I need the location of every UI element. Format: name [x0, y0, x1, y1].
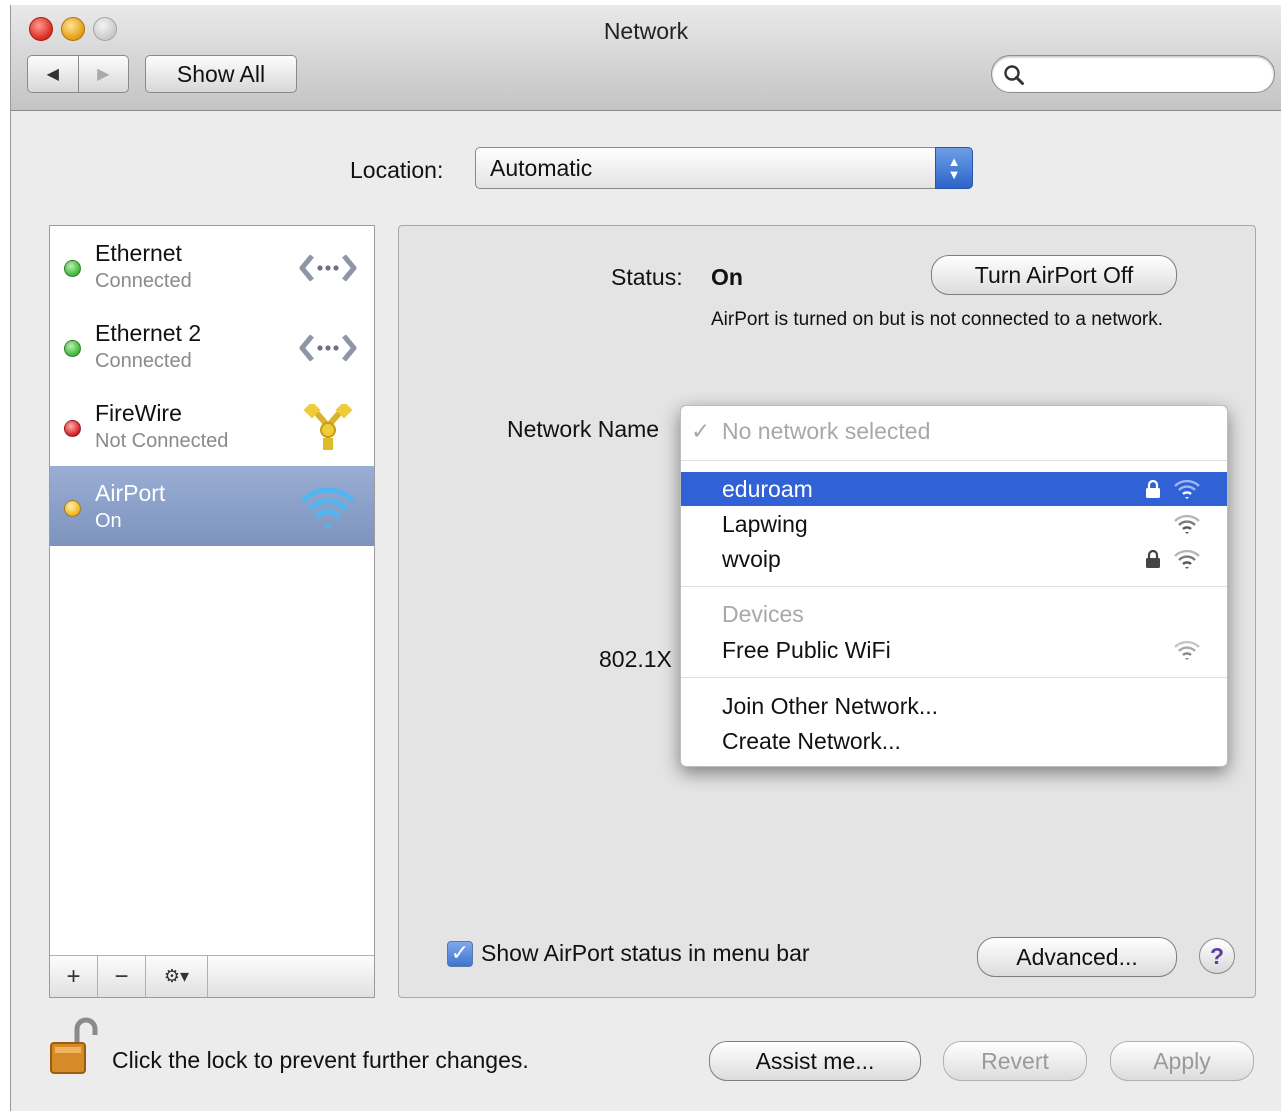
network-name-dropdown-menu: ✓ No network selected eduroam Lapwing wv…	[680, 405, 1228, 767]
network-name: Lapwing	[722, 511, 808, 537]
show-status-label: Show AirPort status in menu bar	[481, 940, 810, 966]
service-item-firewire[interactable]: FireWire Not Connected	[50, 386, 374, 466]
menu-separator	[681, 677, 1227, 678]
revert-button[interactable]: Revert	[943, 1041, 1087, 1081]
remove-service-button[interactable]: −	[98, 956, 146, 997]
service-status: Connected	[95, 270, 192, 292]
search-icon	[1004, 65, 1024, 85]
menu-item-label: No network selected	[722, 418, 931, 444]
show-all-button[interactable]: Show All	[145, 55, 297, 93]
x8021-label: 802.1X	[599, 646, 672, 672]
network-name-label: Network Name	[507, 416, 660, 442]
status-value: On	[711, 264, 743, 290]
device-name: Free Public WiFi	[722, 637, 891, 663]
wifi-signal-icon	[1174, 479, 1200, 499]
devices-header: Devices	[722, 601, 804, 627]
network-name: wvoip	[722, 546, 781, 572]
checkmark-icon[interactable]: ✓	[447, 940, 473, 967]
status-dot-green	[64, 340, 81, 357]
show-status-checkbox-row[interactable]: ✓ Show AirPort status in menu bar	[447, 940, 810, 967]
turn-airport-off-button[interactable]: Turn AirPort Off	[931, 255, 1177, 295]
service-name: FireWire	[95, 400, 182, 426]
service-status: Connected	[95, 350, 192, 372]
status-label: Status:	[611, 264, 683, 290]
status-description: AirPort is turned on but is not connecte…	[711, 309, 1164, 330]
service-status: On	[95, 510, 122, 532]
menu-item-join-other-network[interactable]: Join Other Network...	[681, 689, 1227, 723]
back-button[interactable]: ◀	[28, 56, 78, 92]
menu-item-no-network[interactable]: ✓ No network selected	[681, 414, 1227, 448]
wifi-signal-icon	[1174, 640, 1200, 660]
window-title: Network	[603, 18, 689, 44]
menu-separator	[681, 586, 1227, 587]
advanced-button[interactable]: Advanced...	[977, 937, 1177, 977]
service-list-footer: + − ⚙▾	[50, 955, 374, 997]
status-dot-yellow	[64, 500, 81, 517]
lock-message: Click the lock to prevent further change…	[112, 1047, 529, 1073]
select-arrows-icon: ▲ ▼	[935, 147, 973, 189]
help-button[interactable]: ?	[1199, 938, 1235, 974]
checkmark-icon: ✓	[691, 418, 711, 444]
menu-item-create-network[interactable]: Create Network...	[681, 724, 1227, 758]
service-name: AirPort	[95, 480, 166, 506]
forward-arrow-icon: ▶	[97, 66, 110, 83]
wifi-signal-icon	[1174, 549, 1200, 569]
lock-icon	[1146, 550, 1160, 568]
wifi-signal-icon	[1174, 514, 1200, 534]
unlocked-padlock-icon[interactable]	[47, 1017, 99, 1079]
apply-button[interactable]: Apply	[1110, 1041, 1254, 1081]
location-label: Location:	[350, 157, 444, 183]
gear-icon[interactable]: ⚙▾	[146, 956, 208, 997]
location-value: Automatic	[490, 155, 593, 181]
menu-item-network-eduroam[interactable]: eduroam	[681, 472, 1227, 506]
menu-item-device-free-public-wifi[interactable]: Free Public WiFi	[681, 633, 1227, 667]
firewire-icon	[303, 404, 353, 450]
add-service-button[interactable]: +	[50, 956, 98, 997]
status-dot-red	[64, 420, 81, 437]
service-item-airport[interactable]: AirPort On	[50, 466, 374, 546]
service-list: Ethernet Connected Ethernet 2 Connected …	[49, 225, 375, 998]
status-dot-green	[64, 260, 81, 277]
title-bar: Network ◀ ▶ Show All	[11, 5, 1281, 111]
ethernet-icon	[299, 334, 357, 362]
location-select[interactable]: Automatic ▲ ▼	[475, 147, 973, 189]
service-item-ethernet-2[interactable]: Ethernet 2 Connected	[50, 306, 374, 386]
lock-icon	[1146, 480, 1160, 498]
network-name: eduroam	[722, 476, 813, 502]
ethernet-icon	[299, 254, 357, 282]
back-forward-group: ◀ ▶	[27, 55, 129, 93]
service-name: Ethernet	[95, 240, 182, 266]
service-name: Ethernet 2	[95, 320, 202, 346]
forward-button[interactable]: ▶	[77, 56, 129, 92]
menu-item-network-lapwing[interactable]: Lapwing	[681, 507, 1227, 541]
menu-separator	[681, 460, 1227, 461]
search-field[interactable]	[991, 55, 1275, 93]
wifi-icon	[301, 487, 355, 528]
assist-me-button[interactable]: Assist me...	[709, 1041, 921, 1081]
menu-item-network-wvoip[interactable]: wvoip	[681, 542, 1227, 576]
service-status: Not Connected	[95, 430, 229, 452]
service-item-ethernet[interactable]: Ethernet Connected	[50, 226, 374, 306]
back-arrow-icon: ◀	[46, 66, 59, 83]
